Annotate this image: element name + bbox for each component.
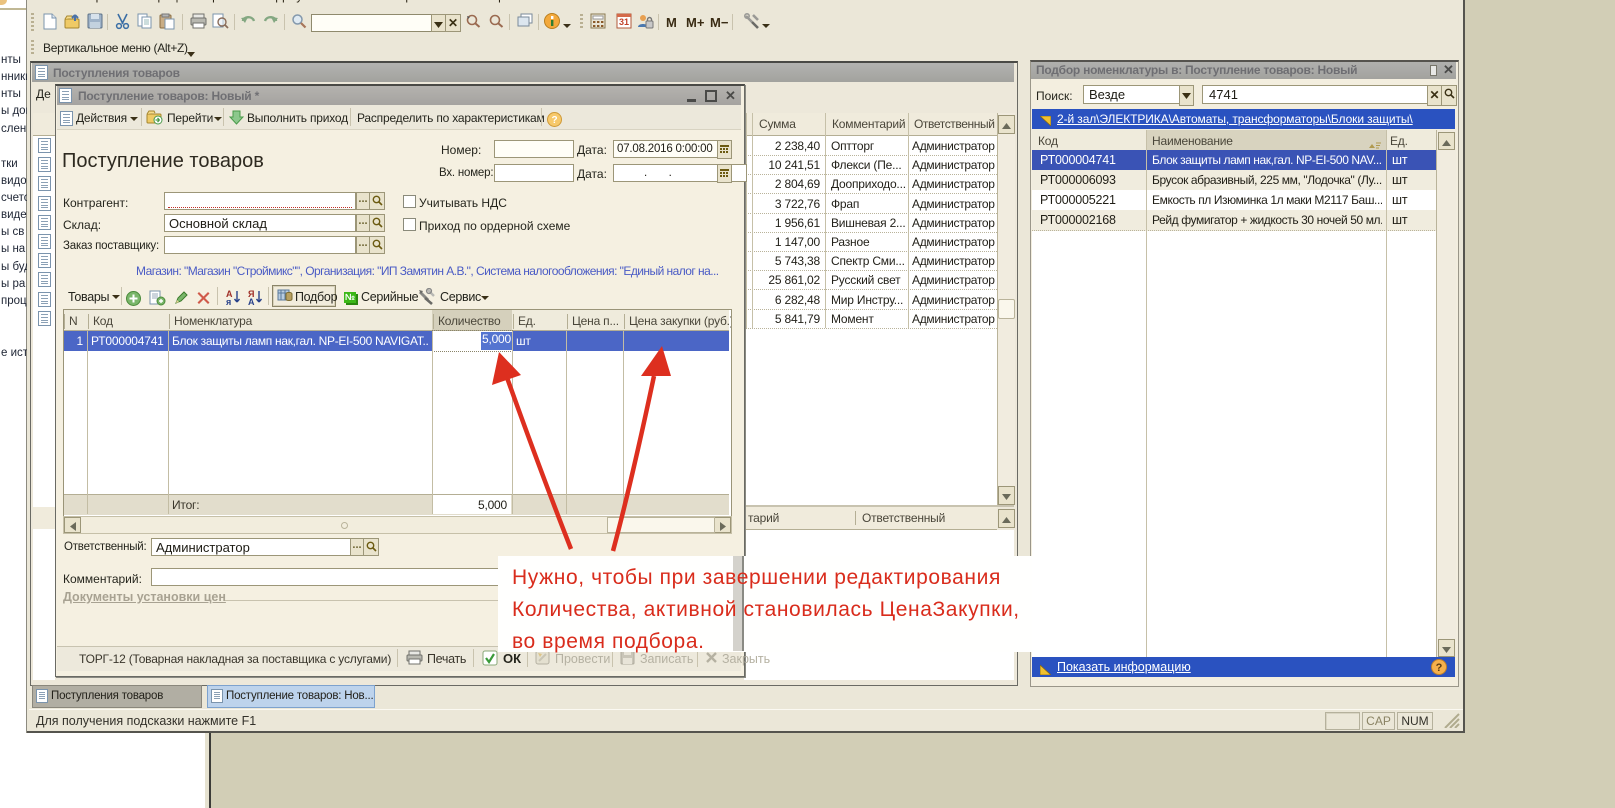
svg-text:А: А (248, 297, 255, 306)
svg-text:?: ? (551, 115, 557, 126)
svg-text:31: 31 (619, 17, 629, 27)
svg-text:?: ? (1436, 662, 1443, 674)
svg-text:я: я (226, 297, 231, 306)
